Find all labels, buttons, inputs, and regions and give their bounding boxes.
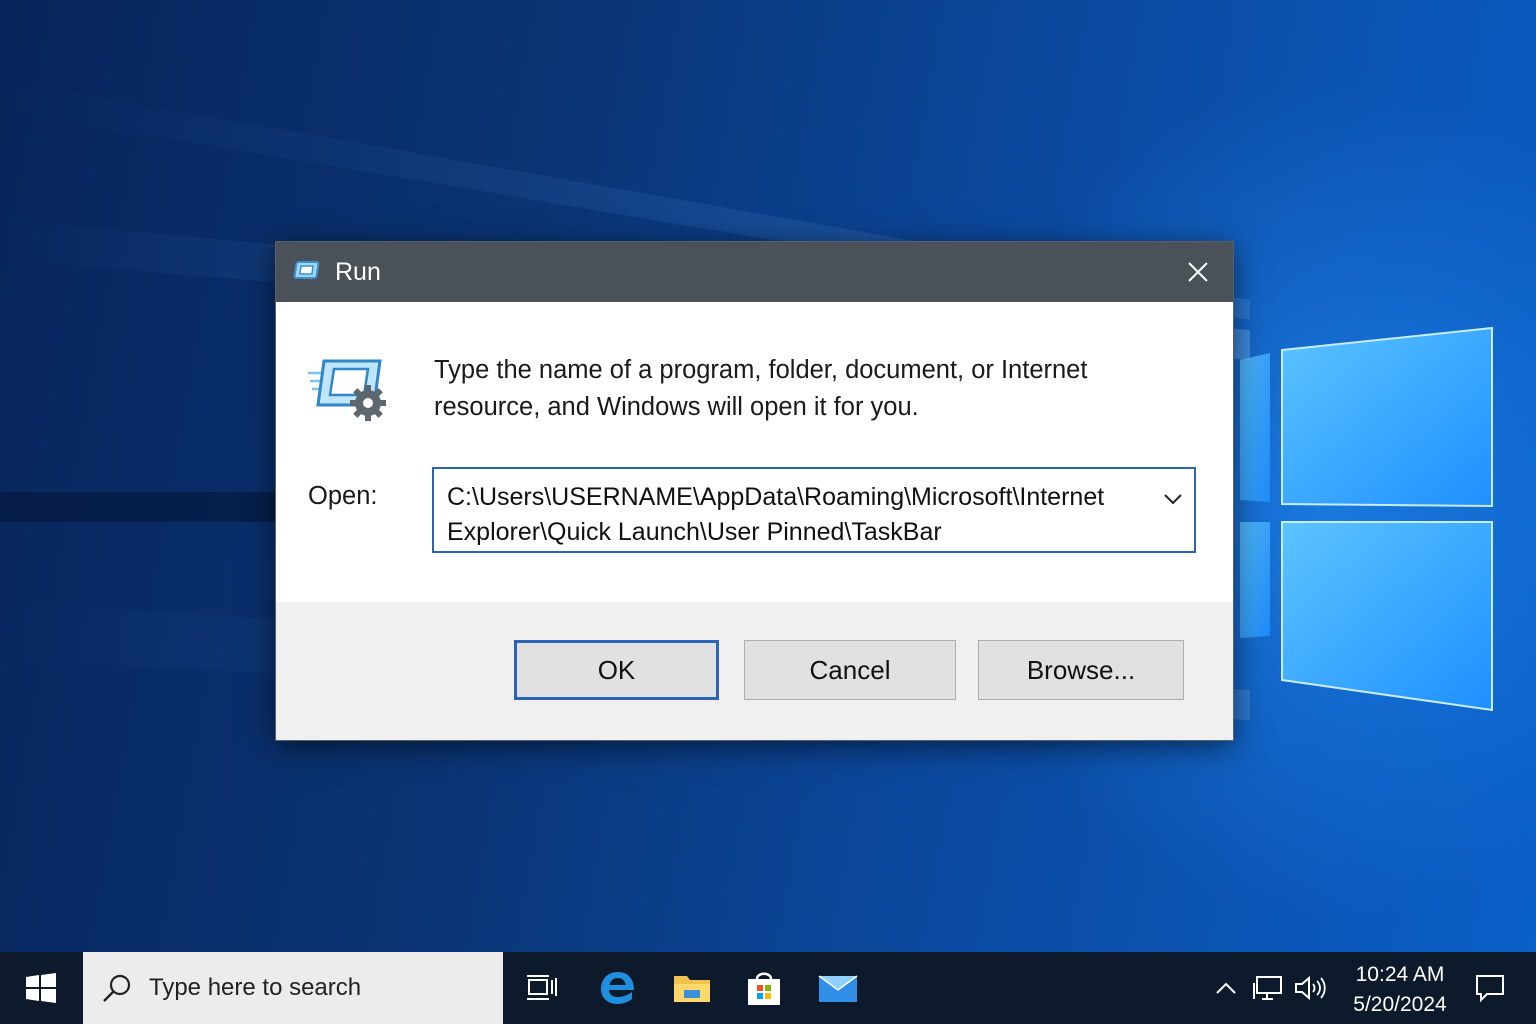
- dialog-titlebar[interactable]: Run: [276, 242, 1233, 302]
- network-icon: [1253, 976, 1282, 1000]
- taskbar-search-box[interactable]: Type here to search: [83, 952, 503, 1024]
- open-combobox[interactable]: C:\Users\USERNAME\AppData\Roaming\Micros…: [432, 467, 1196, 553]
- browse-button[interactable]: Browse...: [978, 640, 1184, 700]
- clock-time: 10:24 AM: [1355, 963, 1445, 986]
- run-icon: [293, 261, 320, 279]
- dialog-button-area: OK Cancel Browse...: [276, 602, 1233, 740]
- store-button[interactable]: [742, 966, 786, 1010]
- task-view-icon: [527, 975, 557, 1000]
- mail-icon: [818, 975, 858, 1002]
- dialog-description: Type the name of a program, folder, docu…: [434, 356, 1088, 421]
- clock-date: 5/20/2024: [1353, 993, 1447, 1016]
- ok-button[interactable]: OK: [514, 640, 719, 700]
- search-icon: [103, 974, 131, 1002]
- volume-button[interactable]: [1294, 972, 1326, 1004]
- network-button[interactable]: [1252, 972, 1284, 1004]
- action-center-button[interactable]: [1472, 970, 1508, 1006]
- close-button[interactable]: [1163, 242, 1233, 302]
- edge-button[interactable]: [596, 966, 640, 1010]
- taskbar: Type here to search 10:24 AM 5/20/2024: [0, 952, 1536, 1024]
- dialog-title: Run: [335, 258, 381, 286]
- close-icon: [1188, 262, 1208, 282]
- mail-button[interactable]: [816, 966, 860, 1010]
- folder-icon: [674, 976, 710, 1002]
- taskbar-clock[interactable]: 10:24 AM 5/20/2024: [1340, 960, 1460, 1020]
- chevron-up-icon: [1216, 982, 1236, 994]
- start-button[interactable]: [0, 952, 82, 1024]
- windows-start-icon: [26, 973, 56, 1003]
- run-program-icon: [308, 359, 386, 421]
- search-placeholder: Type here to search: [149, 974, 362, 1001]
- cancel-button[interactable]: Cancel: [744, 640, 956, 700]
- file-explorer-button[interactable]: [670, 966, 714, 1010]
- task-view-button[interactable]: [520, 966, 564, 1010]
- show-hidden-icons-button[interactable]: [1210, 972, 1242, 1004]
- run-dialog: Run Type the name of a program, folder, …: [275, 241, 1234, 741]
- windows-logo-wallpaper: [1240, 326, 1493, 712]
- notification-icon: [1476, 975, 1504, 1003]
- chevron-down-icon[interactable]: [1162, 491, 1184, 507]
- open-input[interactable]: C:\Users\USERNAME\AppData\Roaming\Micros…: [447, 480, 1127, 550]
- volume-icon: [1295, 975, 1326, 1001]
- edge-icon: [601, 972, 634, 1004]
- open-label: Open:: [308, 482, 378, 510]
- store-icon: [748, 972, 780, 1005]
